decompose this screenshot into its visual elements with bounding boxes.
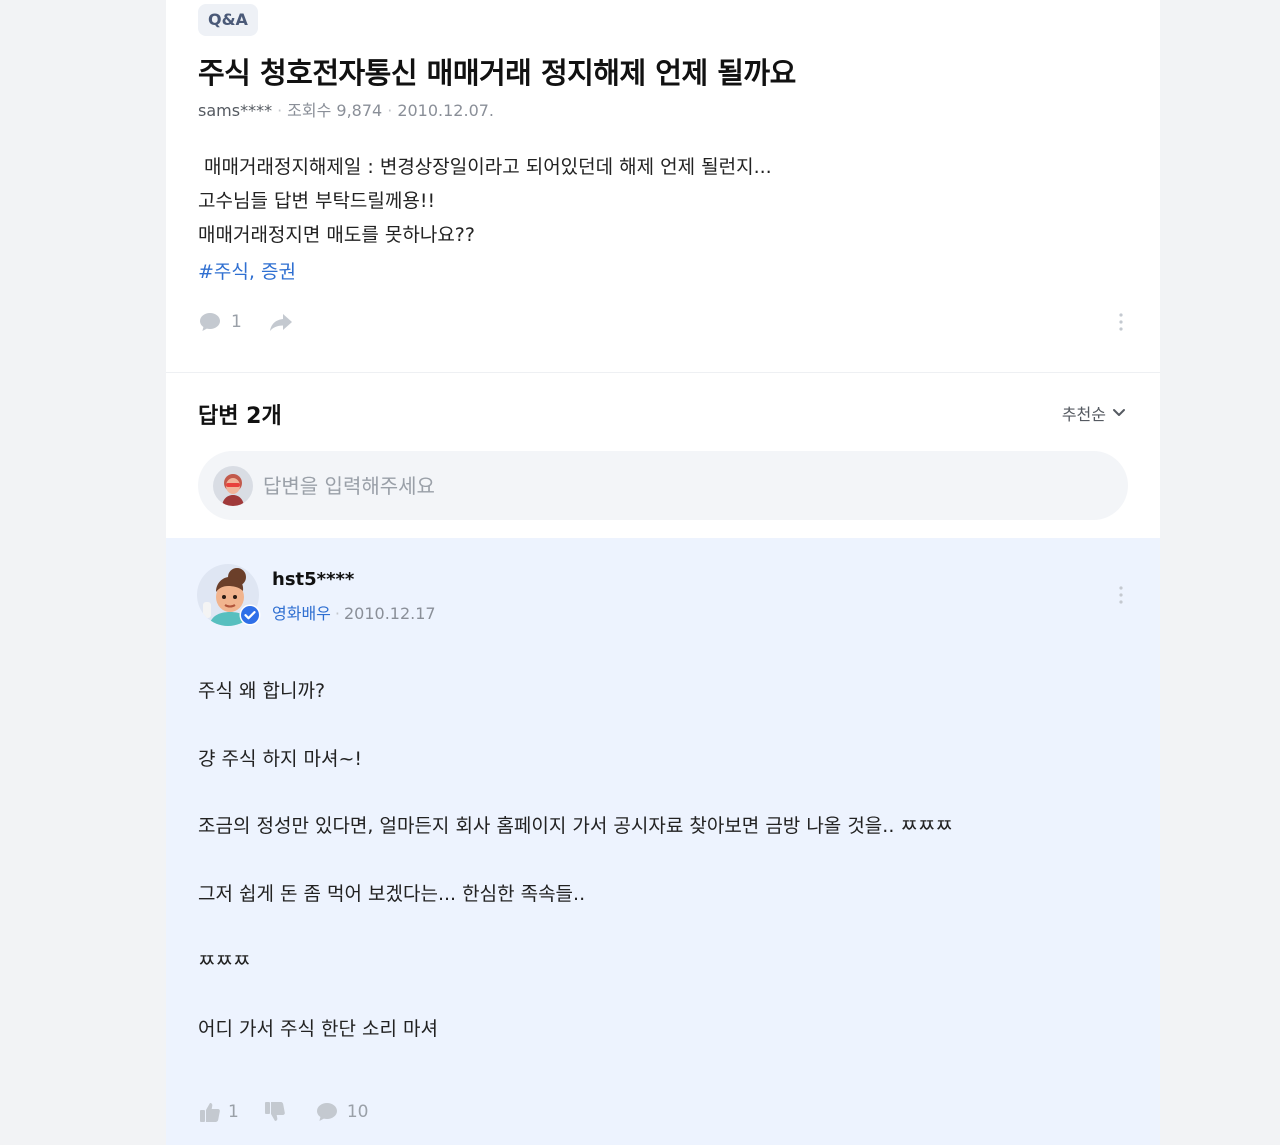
answers-heading: 답변 2개 xyxy=(198,404,282,429)
answer-input[interactable] xyxy=(263,473,1083,498)
answer-paragraph: 주식 왜 합니까? xyxy=(198,680,326,702)
main-column: Q&A 주식 청호전자통신 매매거래 정지해제 언제 될까요 sams**** ·… xyxy=(166,0,1160,1145)
like-button[interactable]: 1 xyxy=(198,1100,239,1124)
comment-icon xyxy=(316,1103,337,1121)
question-author[interactable]: sams**** xyxy=(198,101,272,120)
thumbs-up-icon xyxy=(200,1103,220,1122)
verified-badge-icon xyxy=(239,604,261,626)
answer-comment-button[interactable]: 10 xyxy=(315,1101,369,1123)
question-more-button[interactable] xyxy=(1109,308,1133,336)
meta-separator: · xyxy=(277,101,283,120)
answer-more-button[interactable] xyxy=(1109,581,1133,609)
answer-actions: 1 10 xyxy=(198,1098,368,1126)
sort-dropdown[interactable]: 추천순 xyxy=(1062,401,1126,425)
answer-meta: 영화배우 · 2010.12.17 xyxy=(272,600,436,624)
thumbs-down-icon xyxy=(264,1102,285,1121)
answer-body: 주식 왜 합니까? 걍 주식 하지 마셔~! 조금의 정성만 있다면, 얼마든지… xyxy=(198,676,1118,1081)
question-date: 2010.12.07. xyxy=(397,101,495,120)
more-vertical-icon xyxy=(1119,586,1123,604)
share-icon xyxy=(269,314,292,331)
question-body-line: 매매거래정지해제일 : 변경상장일이라고 되어있던데 해제 언제 될런지... xyxy=(198,156,772,178)
question-title: 주식 청호전자통신 매매거래 정지해제 언제 될까요 xyxy=(198,56,796,90)
meta-separator: · xyxy=(387,101,393,120)
question-actions: 1 xyxy=(198,308,294,336)
more-vertical-icon xyxy=(1119,313,1123,331)
answerer-name[interactable]: hst5**** xyxy=(272,569,354,590)
chevron-down-icon xyxy=(1113,409,1125,416)
answer-paragraph: 그저 쉽게 돈 좀 먹어 보겠다는... 한심한 족속들.. xyxy=(198,882,586,905)
question-views: 조회수 9,874 xyxy=(287,101,383,120)
qa-badge: Q&A xyxy=(198,4,258,36)
question-body-line: 고수님들 답변 부탁드릴께용!! xyxy=(198,190,436,212)
question-meta: sams**** · 조회수 9,874 · 2010.12.07. xyxy=(198,97,494,121)
answer-card: hst5**** 영화배우 · 2010.12.17 주식 왜 합니까? 걍 주식 … xyxy=(166,538,1160,1145)
my-avatar xyxy=(213,465,253,506)
answer-paragraph: ㅉㅉㅉ xyxy=(198,950,251,972)
question-section: Q&A 주식 청호전자통신 매매거래 정지해제 언제 될까요 sams**** ·… xyxy=(166,0,1160,372)
answer-paragraph: 걍 주식 하지 마셔~! xyxy=(198,747,363,770)
question-body-line: 매매거래정지면 매도를 못하나요?? xyxy=(198,224,475,246)
section-divider xyxy=(166,372,1160,373)
question-tags[interactable]: #주식, 증권 xyxy=(198,257,296,284)
answer-paragraph: 어디 가서 주식 한단 소리 마셔 xyxy=(198,1017,438,1040)
answer-comment-count: 10 xyxy=(346,1102,369,1122)
share-button[interactable] xyxy=(268,311,294,333)
dislike-button[interactable] xyxy=(263,1100,287,1124)
question-body: 매매거래정지해제일 : 변경상장일이라고 되어있던데 해제 언제 될런지... … xyxy=(198,150,1118,252)
comment-count: 1 xyxy=(231,312,242,332)
comment-icon xyxy=(200,313,220,331)
meta-separator: · xyxy=(334,604,340,623)
sort-label: 추천순 xyxy=(1061,405,1106,424)
answer-paragraph: 조금의 정성만 있다면, 얼마든지 회사 홈페이지 가서 공시자료 찾아보면 금… xyxy=(198,815,953,837)
comment-button[interactable]: 1 xyxy=(198,311,242,333)
answerer-role[interactable]: 영화배우 xyxy=(272,604,331,623)
answer-input-box[interactable] xyxy=(198,451,1128,520)
like-count: 1 xyxy=(228,1102,239,1122)
answer-date: 2010.12.17 xyxy=(343,604,436,623)
